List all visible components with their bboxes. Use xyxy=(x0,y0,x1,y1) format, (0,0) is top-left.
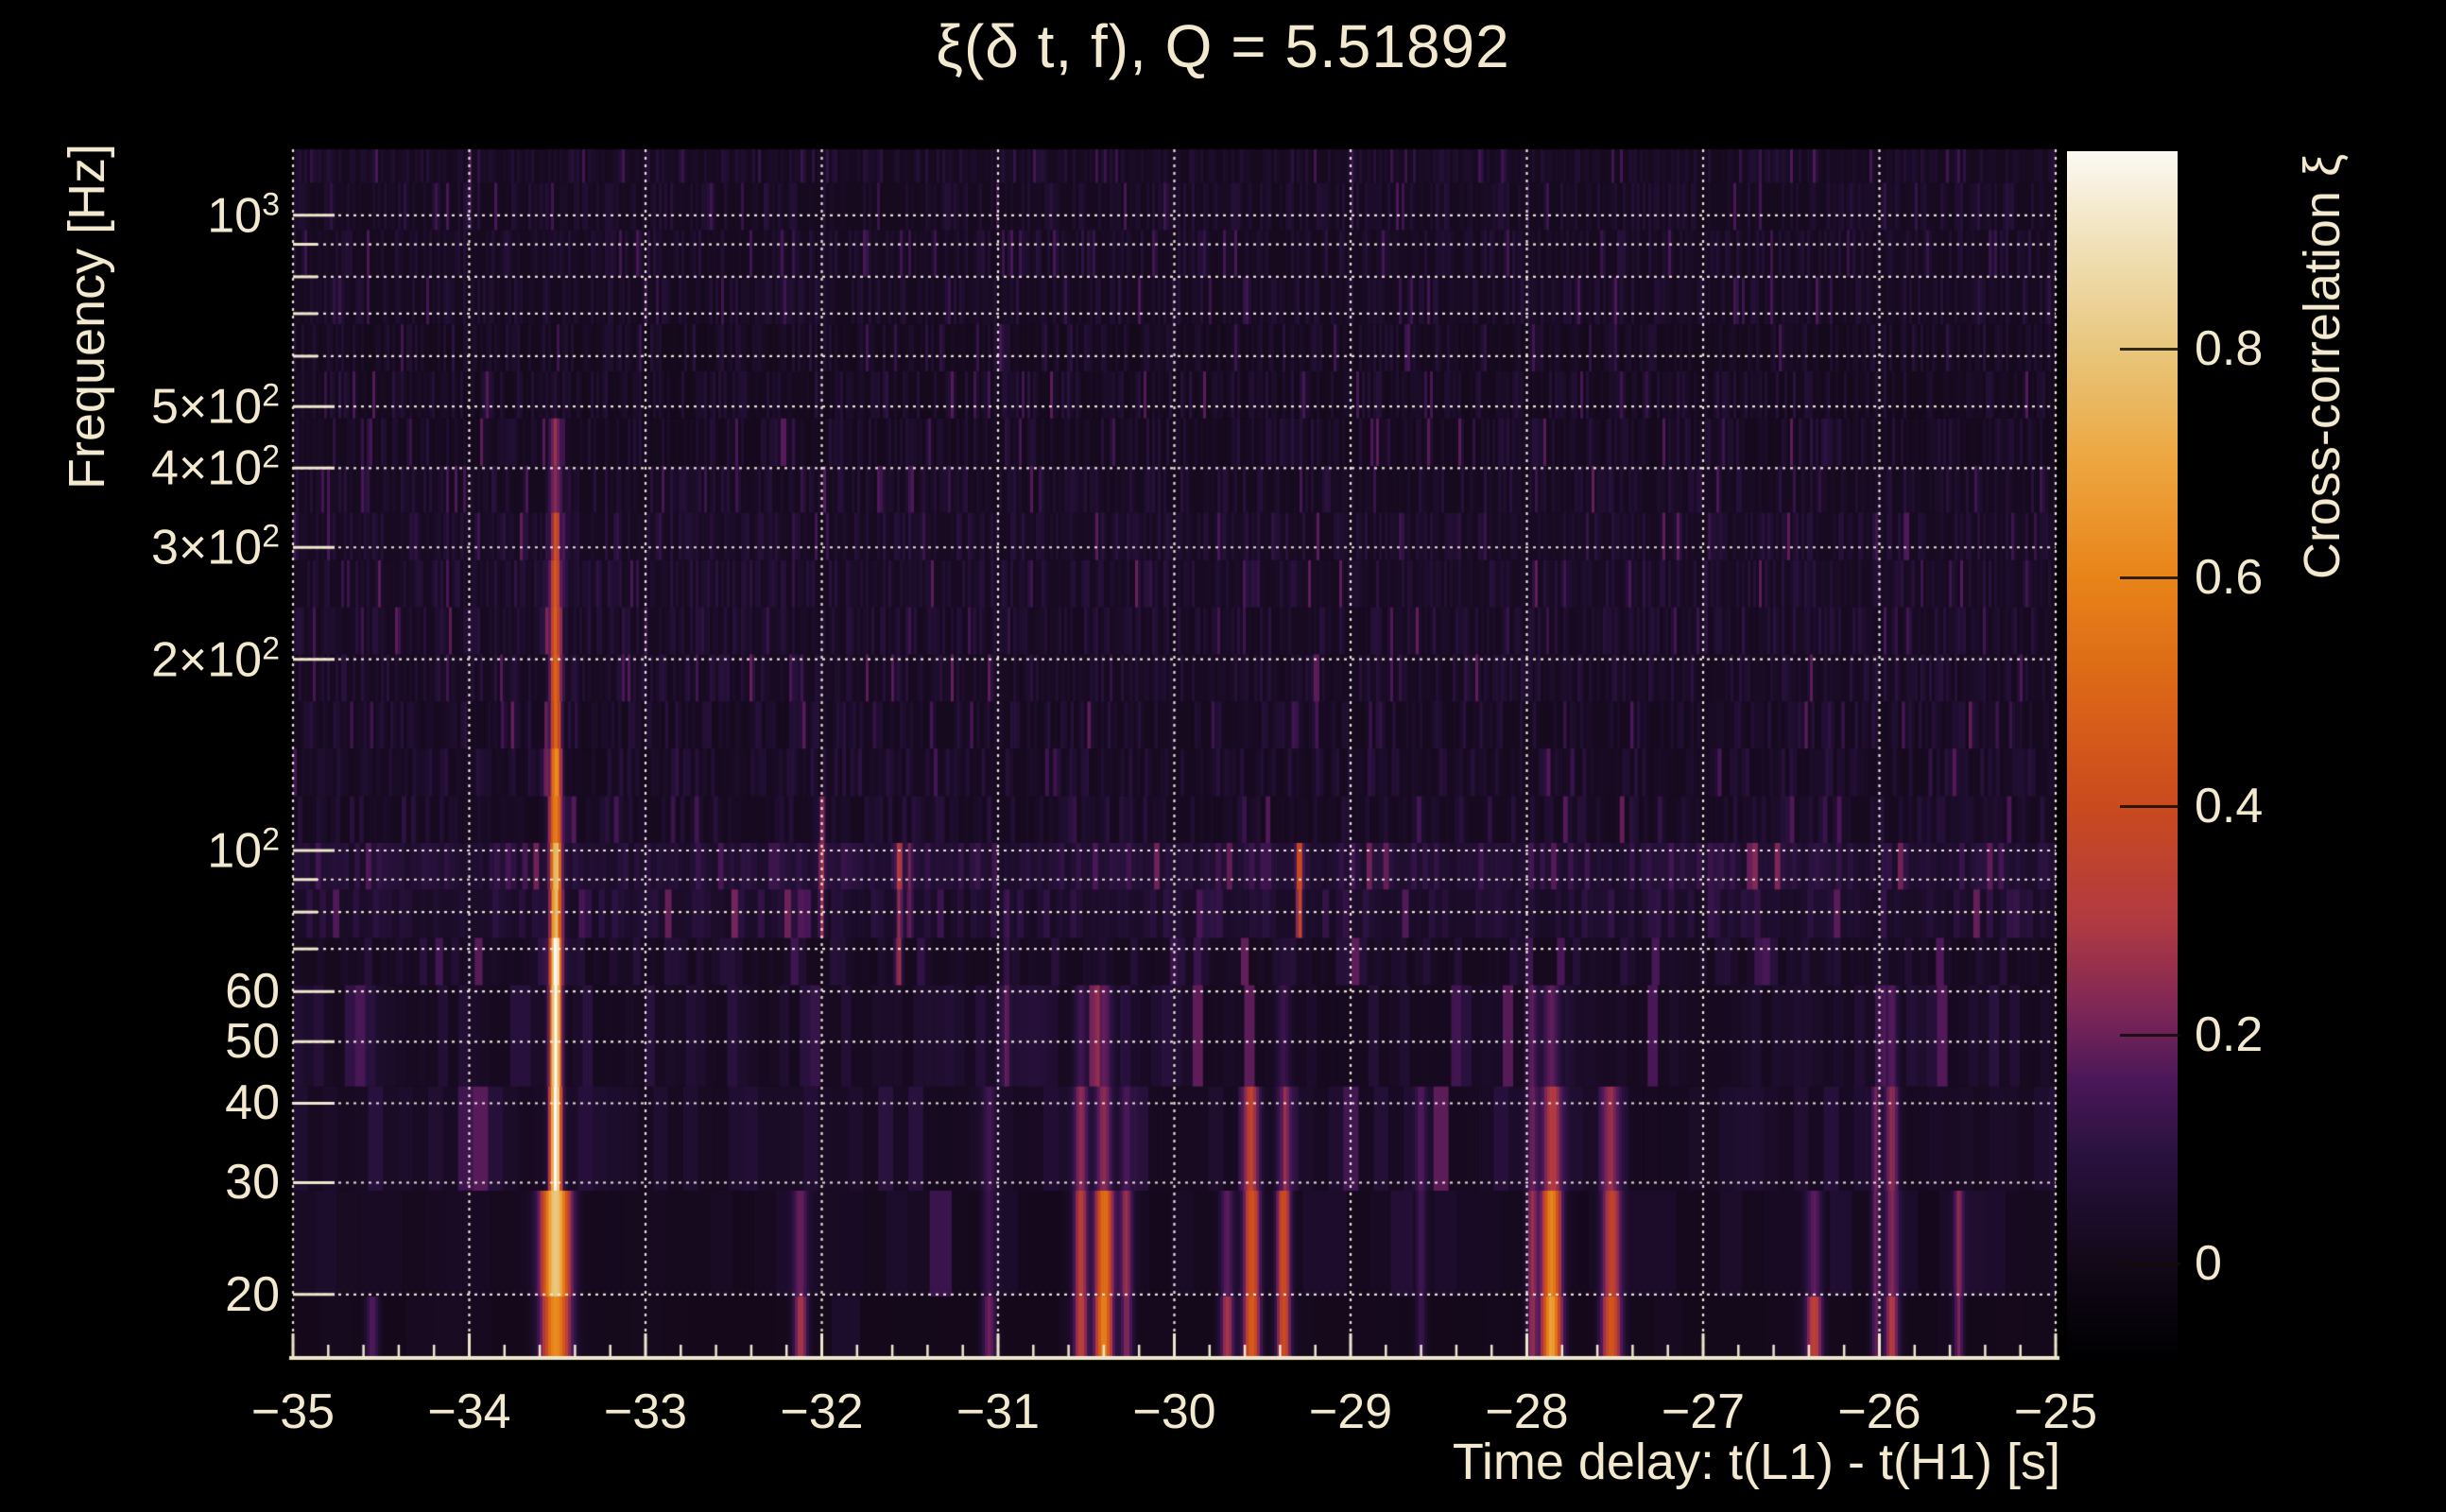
y-tick-label: 60 xyxy=(225,964,280,1020)
colorbar-tick-mark xyxy=(2120,576,2180,579)
colorbar-tick-mark xyxy=(2120,1033,2180,1037)
x-tick-label: −27 xyxy=(1661,1384,1746,1439)
y-tick-label: 5×102 xyxy=(150,377,280,435)
y-tick-label: 3×102 xyxy=(150,518,280,576)
x-tick-label: −35 xyxy=(250,1384,336,1439)
x-tick-label: −30 xyxy=(1132,1384,1216,1439)
colorbar-tick-mark xyxy=(2120,1262,2180,1265)
x-tick-label: −26 xyxy=(1837,1384,1921,1439)
colorbar-tick-label: 0.4 xyxy=(2195,779,2264,833)
colorbar-gradient xyxy=(2067,151,2178,1357)
plot-title: ξ(δ t, f), Q = 5.51892 xyxy=(936,12,1510,80)
y-tick-label: 30 xyxy=(225,1155,280,1211)
colorbar-tick-label: 0.8 xyxy=(2195,321,2264,376)
x-tick-label: −28 xyxy=(1485,1384,1569,1439)
y-tick-label: 50 xyxy=(225,1014,280,1070)
x-axis-title: Time delay: t(L1) - t(H1) [s] xyxy=(1452,1434,2060,1490)
x-tick-label: −33 xyxy=(603,1384,688,1439)
colorbar-tick-label: 0.6 xyxy=(2195,550,2264,605)
y-tick-label: 2×102 xyxy=(150,629,280,688)
x-tick-label: −34 xyxy=(427,1384,511,1439)
y-tick-label: 40 xyxy=(225,1075,280,1131)
y-tick-label: 20 xyxy=(225,1266,280,1322)
x-tick-label: −29 xyxy=(1308,1384,1393,1439)
y-tick-label: 4×102 xyxy=(150,438,280,496)
y-tick-label: 103 xyxy=(207,186,280,244)
colorbar-title: Cross-correlation ξ xyxy=(2294,153,2351,580)
colorbar-tick-label: 0 xyxy=(2195,1236,2222,1291)
x-tick-label: −31 xyxy=(956,1384,1041,1439)
colorbar-tick-label: 0.2 xyxy=(2195,1007,2264,1062)
y-tick-label: 102 xyxy=(207,821,280,879)
colorbar-tick-mark xyxy=(2120,347,2180,351)
x-tick-label: −25 xyxy=(2013,1384,2098,1439)
colorbar-tick-mark xyxy=(2120,804,2180,808)
x-tick-label: −32 xyxy=(780,1384,864,1439)
figure: ξ(δ t, f), Q = 5.51892 Time delay: t(L1)… xyxy=(0,0,2446,1512)
